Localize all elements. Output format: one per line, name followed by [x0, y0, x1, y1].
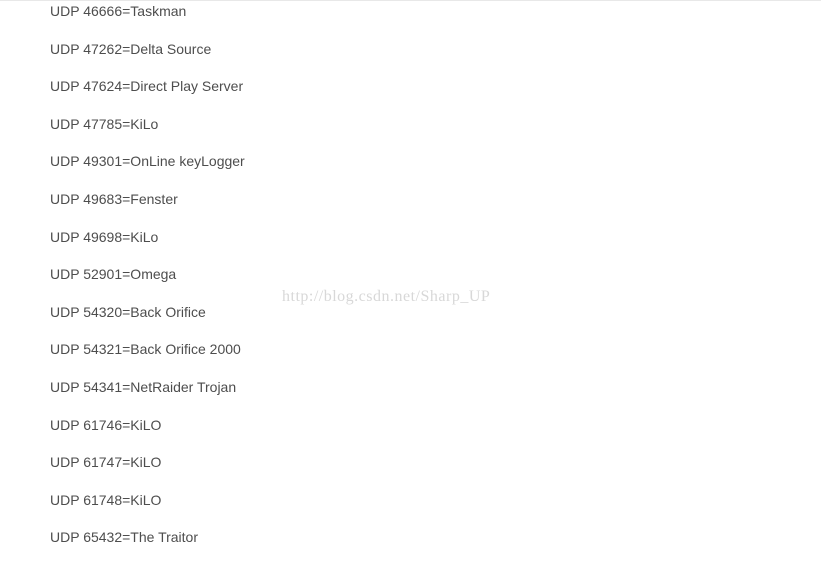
top-divider: [0, 0, 821, 1]
list-item: UDP 61748=KiLO: [50, 491, 821, 511]
list-item: UDP 47262=Delta Source: [50, 40, 821, 60]
list-item: UDP 61747=KiLO: [50, 453, 821, 473]
list-item: UDP 47785=KiLo: [50, 115, 821, 135]
list-item: UDP 49683=Fenster: [50, 190, 821, 210]
list-item: UDP 61746=KiLO: [50, 416, 821, 436]
list-item: UDP 49301=OnLine keyLogger: [50, 152, 821, 172]
list-item: UDP 54320=Back Orifice: [50, 303, 821, 323]
list-item: UDP 46666=Taskman: [50, 2, 821, 22]
list-item: UDP 65432=The Traitor: [50, 528, 821, 548]
list-item: UDP 47624=Direct Play Server: [50, 77, 821, 97]
list-item: UDP 54321=Back Orifice 2000: [50, 340, 821, 360]
list-item: UDP 49698=KiLo: [50, 228, 821, 248]
list-item: UDP 54341=NetRaider Trojan: [50, 378, 821, 398]
port-list: UDP 46666=Taskman UDP 47262=Delta Source…: [0, 0, 821, 548]
list-item: UDP 52901=Omega: [50, 265, 821, 285]
